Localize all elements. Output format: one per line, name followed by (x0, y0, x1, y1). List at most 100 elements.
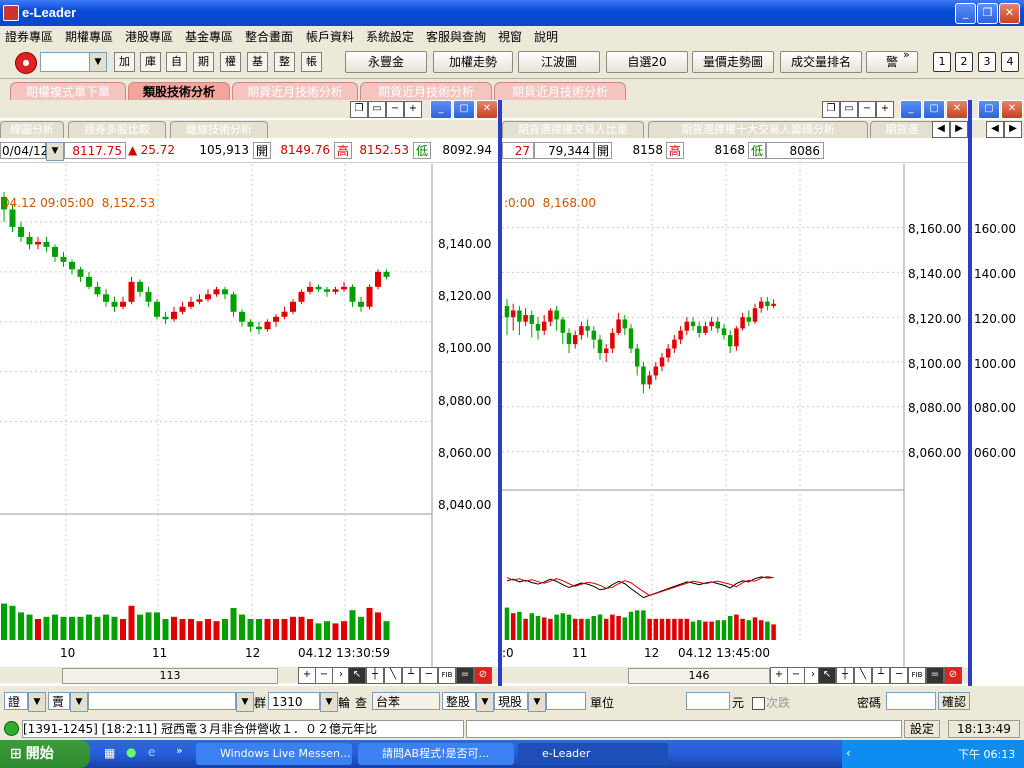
tab-futures-more[interactable]: 期貨選 (870, 121, 934, 138)
plus-icon[interactable]: + (876, 101, 894, 118)
date-select[interactable]: 0/04/12 (0, 142, 48, 159)
desktop-icon[interactable]: ▦ (104, 746, 115, 760)
toolbar-add-button[interactable]: 加 (114, 52, 135, 72)
hline-tool-icon[interactable]: ─ (420, 667, 438, 684)
menu-item[interactable]: 說明 (534, 28, 558, 45)
hline-tool-icon[interactable]: ─ (890, 667, 908, 684)
menu-item[interactable]: 客服與查詢 (426, 28, 486, 45)
dock-icon[interactable]: ▭ (368, 101, 386, 118)
toolbar-options-button[interactable]: 權 (220, 52, 241, 72)
start-button[interactable]: ⊞ 開始 (0, 740, 90, 768)
chevron-down-icon[interactable]: ▼ (46, 142, 64, 161)
toolbar-self-button[interactable]: 自 (166, 52, 187, 72)
volume-price-button[interactable]: 量價走勢圖 (692, 51, 774, 73)
menu-item[interactable]: 港股專區 (125, 28, 173, 45)
side-select[interactable]: 賣 (48, 692, 70, 710)
volume-rank-button[interactable]: 成交量排名 (780, 51, 862, 73)
chevron-down-icon[interactable]: ▼ (89, 52, 107, 72)
taskbar-browser[interactable]: 請問AB程式!是否可... (358, 743, 514, 765)
overflow-chevron-icon[interactable]: » (903, 48, 910, 61)
limit-checkbox[interactable] (752, 697, 765, 710)
quantity-input[interactable] (546, 692, 586, 710)
toolbar-account-button[interactable]: 帳 (301, 52, 322, 72)
chevron-down-icon[interactable]: ▼ (476, 692, 494, 712)
menu-item[interactable]: 帳戶資料 (306, 28, 354, 45)
ie-icon[interactable]: e (148, 745, 155, 759)
minus-icon[interactable]: − (386, 101, 404, 118)
group-input[interactable]: 1310 (268, 692, 320, 710)
watchlist-button[interactable]: 自選20 (606, 51, 688, 73)
vline-tool-icon[interactable]: ┴ (402, 667, 420, 684)
layout-3-button[interactable]: 3 (978, 52, 996, 72)
query-button[interactable]: 查 (355, 694, 367, 711)
window-close-button[interactable]: ✕ (476, 100, 498, 119)
window-maximize-button[interactable]: ▢ (923, 100, 945, 119)
tab-prev-icon[interactable]: ◀ (986, 121, 1004, 138)
menu-item[interactable]: 系統設定 (366, 28, 414, 45)
menu-item[interactable]: 視窗 (498, 28, 522, 45)
settings-button[interactable]: 設定 (904, 720, 940, 738)
stop-tool-icon[interactable]: ⊘ (944, 667, 962, 684)
wave-chart-button[interactable]: 江波圖 (518, 51, 600, 73)
confirm-button[interactable]: 確認 (938, 692, 970, 710)
stop-tool-icon[interactable]: ⊘ (474, 667, 492, 684)
zoom-in-icon[interactable]: + (770, 667, 788, 684)
toolbar-futures-button[interactable]: 期 (193, 52, 214, 72)
account-select[interactable]: 證 (4, 692, 28, 710)
stock-code-input[interactable] (88, 692, 236, 710)
yongfeng-button[interactable]: 永豐金 (345, 51, 427, 73)
lot-type-select[interactable]: 整股 (442, 692, 476, 710)
window-close-button[interactable]: ✕ (946, 100, 968, 119)
close-button[interactable]: ✕ (999, 3, 1020, 24)
window-minimize-button[interactable]: _ (430, 100, 452, 119)
chevron-down-icon[interactable]: ▼ (236, 692, 254, 712)
crosshair-tool-icon[interactable]: ┼ (836, 667, 854, 684)
tab-futures-technical-3[interactable]: 期貨近月技術分析 (494, 82, 626, 101)
menu-item[interactable]: 整合畫面 (245, 28, 293, 45)
tab-top10-traders[interactable]: 期貨選擇權十大交易人籌碼分析 (648, 121, 868, 138)
dock-icon[interactable]: ▭ (840, 101, 858, 118)
chart-scrollbar[interactable]: 146 (628, 668, 770, 684)
maximize-button[interactable]: ❐ (977, 3, 998, 24)
toolbar-fund-button[interactable]: 基 (247, 52, 268, 72)
layout-2-button[interactable]: 2 (955, 52, 973, 72)
minimize-button[interactable]: _ (955, 3, 976, 24)
tab-next-icon[interactable]: ▶ (950, 121, 968, 138)
taskbar-eleader[interactable]: e-Leader (518, 743, 668, 765)
trendline-tool-icon[interactable]: ╲ (854, 667, 872, 684)
window-minimize-button[interactable]: _ (900, 100, 922, 119)
tab-multi-stock[interactable]: 證券多股比較 (68, 121, 166, 138)
chart-scrollbar[interactable]: 113 (62, 668, 278, 684)
toolbar-integrate-button[interactable]: 整 (274, 52, 295, 72)
tab-chart-analysis[interactable]: 線圖分析 (0, 121, 64, 138)
tab-next-icon[interactable]: ▶ (1004, 121, 1022, 138)
tab-prev-icon[interactable]: ◀ (932, 121, 950, 138)
crosshair-tool-icon[interactable]: ┼ (366, 667, 384, 684)
split-tool-icon[interactable]: = (926, 667, 944, 684)
cursor-tool-icon[interactable]: ↖ (818, 667, 836, 684)
cash-type-select[interactable]: 現股 (494, 692, 528, 710)
fibo-tool-icon[interactable]: FIB (438, 667, 456, 684)
tab-futures-technical-2[interactable]: 期貨近月技術分析 (360, 82, 492, 101)
zoom-in-icon[interactable]: + (298, 667, 316, 684)
window-maximize-button[interactable]: ▢ (453, 100, 475, 119)
weighted-trend-button[interactable]: 加權走勢 (433, 51, 513, 73)
media-icon[interactable]: ● (126, 745, 136, 759)
split-tool-icon[interactable]: = (456, 667, 474, 684)
chevron-down-icon[interactable]: ▼ (70, 692, 88, 712)
restore-icon[interactable]: ❐ (350, 101, 368, 118)
cursor-tool-icon[interactable]: ↖ (348, 667, 366, 684)
wheel-label[interactable]: 輪 (338, 694, 350, 711)
password-input[interactable] (886, 692, 936, 710)
menu-item[interactable]: 證券專區 (5, 28, 53, 45)
layout-4-button[interactable]: 4 (1001, 52, 1019, 72)
tray-chevron-icon[interactable]: ‹ (846, 746, 851, 760)
news-ticker[interactable]: [1391-1245] [18:2:11] 冠西電３月非合併營收１．０２億元年比 (22, 720, 464, 738)
chevron-down-icon[interactable]: ▼ (528, 692, 546, 712)
zoom-out-icon[interactable]: − (787, 667, 805, 684)
stop-icon[interactable]: ● (15, 52, 37, 74)
taskbar-messenger[interactable]: Windows Live Messen... (196, 743, 352, 765)
quicklaunch-chevron-icon[interactable]: » (176, 744, 183, 757)
plus-icon[interactable]: + (404, 101, 422, 118)
fibo-tool-icon[interactable]: FIB (908, 667, 926, 684)
